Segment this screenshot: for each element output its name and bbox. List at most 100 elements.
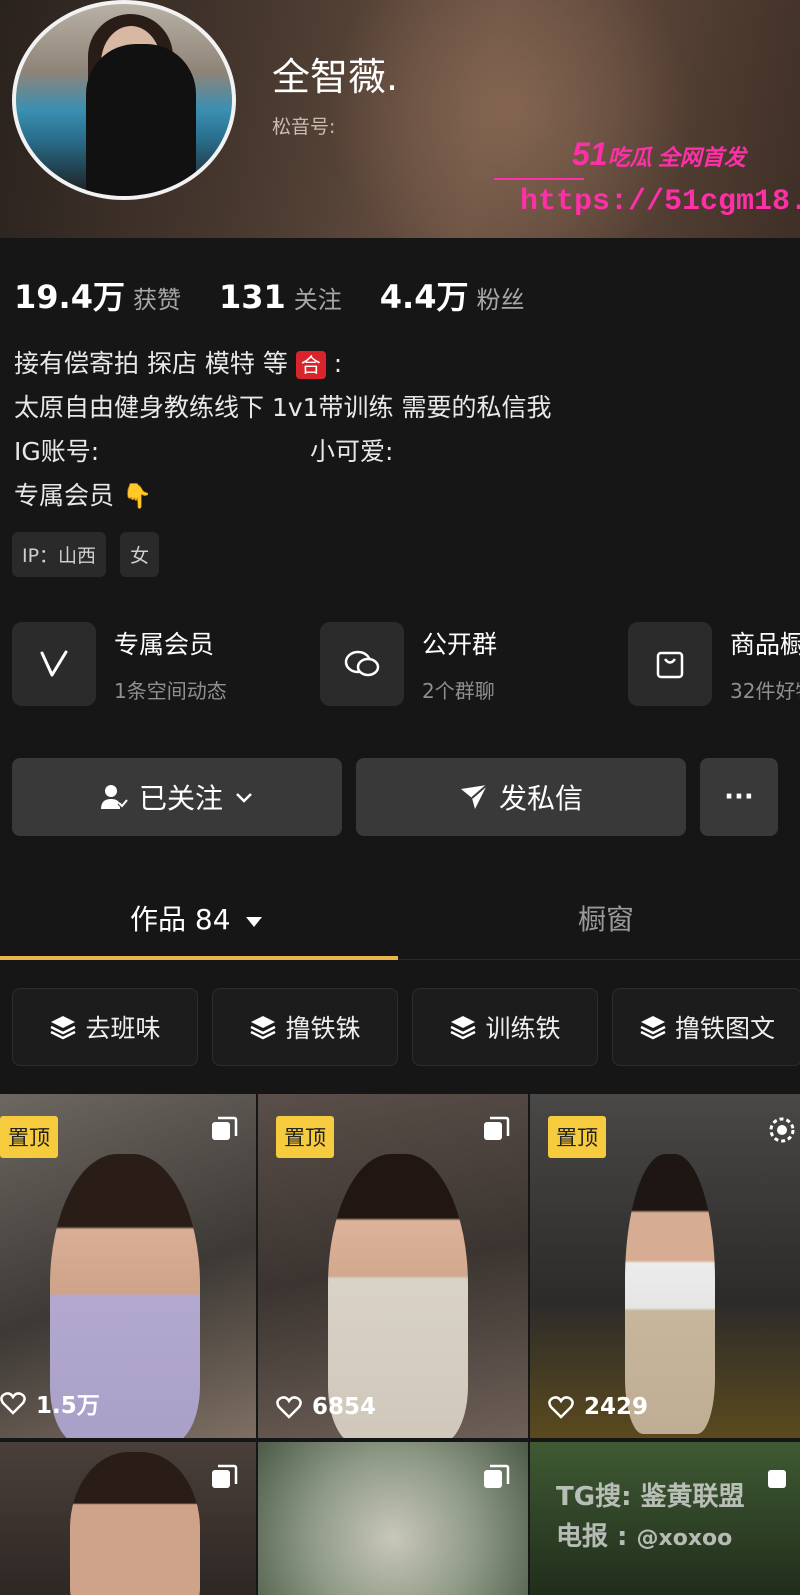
send-icon	[460, 784, 488, 809]
watermark-num: 51	[572, 136, 608, 172]
post-likes-count: 2429	[584, 1394, 649, 1420]
bio-line-2: 太原自由健身教练线下 1v1带训练 需要的私信我	[14, 393, 552, 422]
collection-label: 撸铁铢	[285, 1014, 361, 1043]
feature-shop-sub: 32件好物	[730, 678, 800, 703]
feature-member[interactable]: 专属会员 1条空间动态	[12, 622, 320, 706]
more-button[interactable]: ···	[700, 758, 778, 836]
post-tile[interactable]	[0, 1442, 256, 1595]
bio-line-3: IG账号: 小可爱:	[14, 430, 552, 474]
stat-following-num: 131	[218, 278, 286, 316]
feature-shop-title: 商品橱窗	[730, 629, 800, 659]
follow-label: 已关注	[138, 782, 223, 815]
bio-line-1-text: 接有偿寄拍 探店 模特 等	[14, 349, 288, 378]
profile-stats: 19.4万 获赞 131 关注 4.4万 粉丝	[14, 272, 562, 318]
post-tile[interactable]: 置顶 2429	[530, 1094, 800, 1438]
collection-item[interactable]: 撸铁铢	[212, 988, 398, 1066]
profile-bio: 接有偿寄拍 探店 模特 等 合 : 太原自由健身教练线下 1v1带训练 需要的私…	[14, 342, 552, 518]
bio-line-4-text: 专属会员	[14, 481, 115, 510]
watermark-line1: 51吃瓜 全网首发	[572, 136, 746, 173]
layers-icon	[450, 1016, 477, 1040]
tab-works[interactable]: 作品 84	[130, 898, 263, 938]
tag-gender: 女	[120, 532, 160, 577]
feature-group-sub: 2个群聊	[422, 678, 495, 703]
profile-header: 全智薇. 松音号: 51吃瓜 全网首发 https://51cgm18.com	[0, 0, 800, 238]
watermark-bottom-2-label: 电报 :	[556, 1522, 628, 1552]
post-likes: 1.5万	[0, 1386, 100, 1420]
posts-grid: 置顶 1.5万 置顶 6854 置顶 2429 TG搜: 鉴黄联盟 电报 : @…	[0, 1094, 800, 1595]
post-likes: 2429	[548, 1394, 648, 1420]
post-likes-count: 6854	[312, 1394, 377, 1420]
bio-line-1-suffix: :	[333, 349, 343, 378]
layers-icon	[640, 1016, 666, 1040]
collection-label: 去班味	[85, 1014, 161, 1043]
feature-shop[interactable]: 商品橱窗 32件好物	[628, 622, 800, 706]
stat-likes-num: 19.4万	[14, 278, 125, 316]
user-check-icon	[100, 785, 129, 809]
shopping-bag-icon	[628, 622, 712, 706]
pinned-badge: 置顶	[0, 1116, 58, 1158]
feature-member-sub: 1条空间动态	[114, 678, 227, 703]
tag-ip: IP：山西	[12, 532, 107, 577]
multi-image-icon	[212, 1116, 238, 1140]
post-tile[interactable]: TG搜: 鉴黄联盟 电报 : @xoxoo	[530, 1442, 800, 1595]
avatar[interactable]	[12, 0, 236, 200]
post-tile[interactable]: 置顶 1.5万	[0, 1094, 256, 1438]
group-chat-icon	[320, 622, 404, 706]
watermark-bottom-2: 电报 : @xoxoo	[556, 1516, 732, 1553]
pinned-badge: 置顶	[276, 1116, 334, 1158]
watermark-divider	[494, 178, 584, 180]
avatar-body	[86, 44, 196, 196]
collection-item[interactable]: 撸铁图文	[612, 988, 800, 1066]
collection-item[interactable]: 去班味	[12, 988, 198, 1066]
feature-row: 专属会员 1条空间动态 公开群 2个群聊 商品橱窗 32件好物	[12, 622, 800, 706]
post-image	[70, 1452, 200, 1595]
profile-name: 全智薇.	[272, 55, 399, 99]
tab-window[interactable]: 橱窗	[578, 898, 634, 938]
watermark-bottom-1: TG搜: 鉴黄联盟	[556, 1482, 745, 1512]
heart-icon	[276, 1396, 302, 1419]
stat-likes[interactable]: 19.4万 获赞	[14, 272, 181, 318]
content-tabs: 作品 84 橱窗	[0, 880, 800, 962]
stat-fans-label: 粉丝	[476, 286, 525, 314]
pinned-badge: 置顶	[548, 1116, 606, 1158]
stat-fans[interactable]: 4.4万 粉丝	[380, 272, 525, 318]
settings-icon	[769, 1117, 795, 1143]
bio-ig-label: IG账号:	[14, 437, 100, 466]
layers-icon	[50, 1016, 77, 1040]
v-icon	[12, 622, 96, 706]
watermark-url: https://51cgm18.com	[520, 185, 800, 219]
more-icon: ···	[724, 782, 754, 812]
watermark-bottom-handle: @xoxoo	[636, 1526, 733, 1551]
follow-button[interactable]: 已关注	[12, 758, 342, 836]
chevron-down-icon	[236, 793, 252, 803]
action-buttons: 已关注 发私信 ···	[12, 758, 778, 836]
bio-line-4: 专属会员 👇	[14, 474, 552, 518]
feature-group-title: 公开群	[422, 629, 498, 659]
post-image	[625, 1154, 715, 1434]
stat-following[interactable]: 131 关注	[219, 278, 342, 316]
stat-likes-label: 获赞	[132, 286, 181, 314]
stat-following-label: 关注	[293, 286, 342, 314]
post-tile[interactable]: 置顶 6854	[258, 1094, 528, 1438]
collection-label: 训练铁	[485, 1014, 561, 1043]
feature-group[interactable]: 公开群 2个群聊	[320, 622, 628, 706]
message-button[interactable]: 发私信	[356, 758, 686, 836]
caret-down-icon	[246, 917, 263, 927]
multi-image-icon	[484, 1116, 510, 1140]
heart-icon	[0, 1392, 26, 1415]
multi-image-icon	[484, 1464, 510, 1488]
post-likes: 6854	[276, 1394, 376, 1420]
layers-icon	[250, 1016, 277, 1040]
message-label: 发私信	[498, 782, 583, 815]
collection-label: 撸铁图文	[674, 1014, 775, 1043]
multi-image-icon	[212, 1464, 238, 1488]
post-likes-count: 1.5万	[36, 1393, 100, 1419]
post-tile[interactable]	[258, 1442, 528, 1595]
pointing-down-icon: 👇	[121, 482, 152, 510]
bio-line-1: 接有偿寄拍 探店 模特 等 合 :	[14, 342, 552, 386]
multi-image-icon	[768, 1470, 786, 1488]
watermark-text: 吃瓜 全网首发	[607, 145, 746, 170]
profile-tags: IP：山西 女	[12, 532, 160, 577]
collection-item[interactable]: 训练铁	[412, 988, 598, 1066]
active-tab-indicator	[0, 956, 398, 960]
